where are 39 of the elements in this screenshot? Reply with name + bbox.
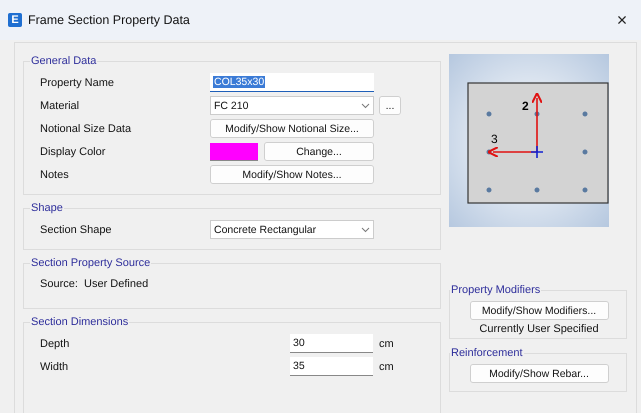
source-text: Source: User Defined: [40, 278, 148, 290]
modify-button[interactable]: Modify/Show Notional Size...: [210, 119, 374, 138]
field-label: Depth: [40, 338, 70, 350]
group-title: Property Modifiers: [450, 284, 542, 296]
field-label: Display Color: [40, 146, 106, 158]
axis-label: 3: [491, 132, 498, 146]
field-label: Material: [40, 100, 80, 112]
modify-button[interactable]: Modify/Show Modifiers...: [470, 301, 608, 320]
modify-button[interactable]: Modify/Show Rebar...: [470, 364, 608, 383]
text-field[interactable]: COL35x30: [210, 73, 374, 92]
dropdown[interactable]: FC 210: [210, 96, 374, 115]
dropdown[interactable]: Concrete Rectangular: [210, 220, 374, 239]
unit-label: cm: [379, 338, 394, 350]
window-title: Frame Section Property Data: [28, 13, 191, 27]
group-title: Shape: [30, 202, 64, 214]
unit-label: cm: [379, 360, 394, 372]
ellipsis-button[interactable]: ...: [379, 96, 401, 115]
field-value: COL35x30: [213, 76, 266, 88]
field-label: Width: [40, 360, 70, 372]
number-field[interactable]: 30: [290, 334, 373, 353]
field-label: Property Name: [40, 76, 115, 88]
group-title: General Data: [30, 55, 98, 67]
chevron-down-icon: [361, 226, 370, 232]
change-button[interactable]: Change...: [264, 142, 374, 161]
group-title: Section Dimensions: [30, 316, 130, 328]
axis-label: 2: [522, 99, 529, 113]
group-title: Reinforcement: [450, 347, 524, 359]
modify-button[interactable]: Modify/Show Notes...: [210, 165, 374, 184]
app-icon: E: [8, 13, 22, 27]
color-swatch[interactable]: [210, 142, 258, 160]
field-label: Notional Size Data: [40, 122, 132, 134]
field-label: Section Shape: [40, 224, 113, 236]
close-button[interactable]: ×: [607, 10, 637, 30]
status-text: Currently User Specified: [478, 323, 600, 335]
field-label: Notes: [40, 168, 70, 180]
number-field[interactable]: 35: [290, 357, 373, 376]
chevron-down-icon: [361, 102, 370, 108]
group-title: Section Property Source: [30, 257, 152, 269]
origin-cross-icon: [530, 145, 544, 159]
